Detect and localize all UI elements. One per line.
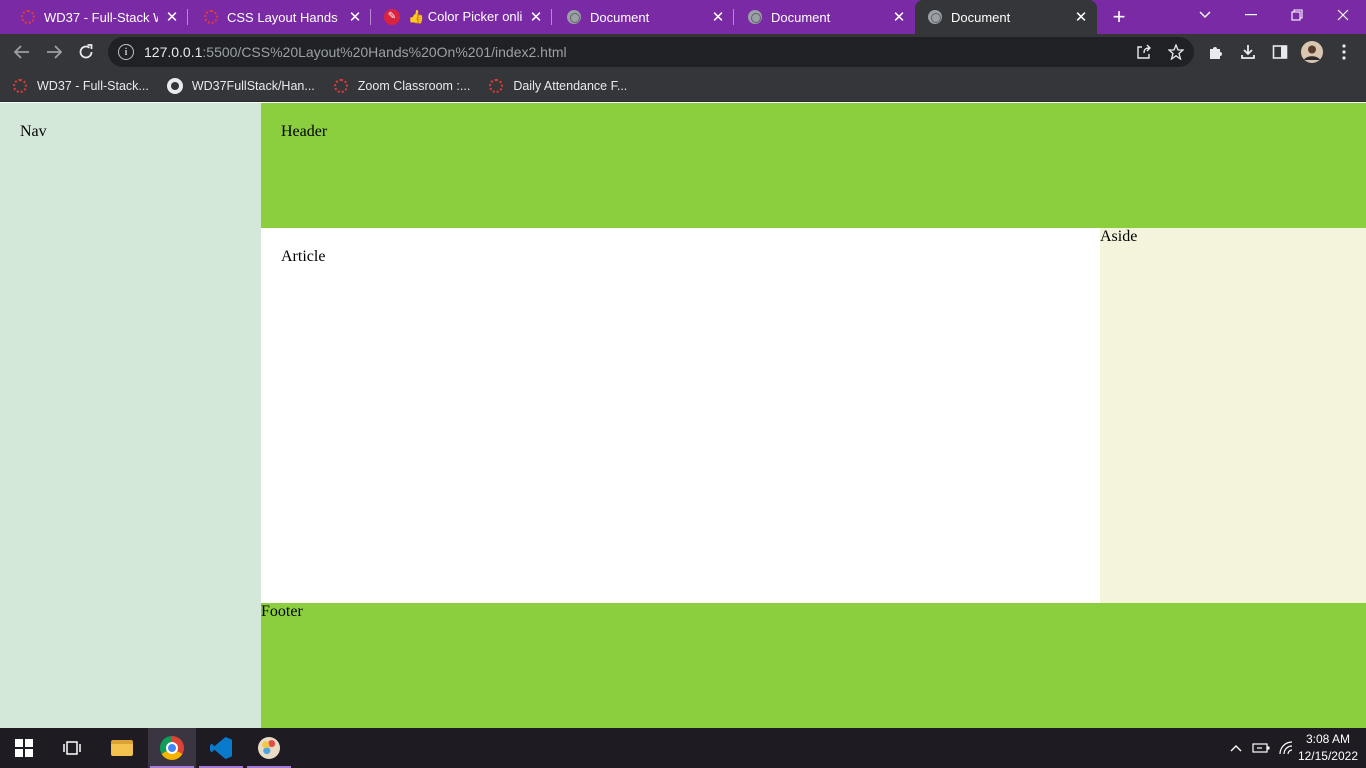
bookmarks-bar: WD37 - Full-Stack... WD37FullStack/Han..… <box>0 70 1366 102</box>
tab-title: Document <box>590 9 650 25</box>
dotted-ring-icon <box>488 78 504 94</box>
share-icon[interactable] <box>1130 38 1158 66</box>
github-icon <box>166 77 183 94</box>
vscode-icon[interactable] <box>197 728 245 768</box>
dotted-ring-icon <box>333 78 349 94</box>
extensions-puzzle-icon[interactable] <box>1202 38 1230 66</box>
article-label: Article <box>281 248 326 265</box>
globe-icon <box>927 9 943 25</box>
globe-icon <box>566 9 582 25</box>
tab-document-active[interactable]: Document ✕ <box>915 0 1097 34</box>
restore-icon[interactable] <box>1274 0 1320 30</box>
network-icon[interactable] <box>1276 728 1298 768</box>
close-icon[interactable]: ✕ <box>345 7 365 27</box>
bookmark-label: WD37 - Full-Stack... <box>37 78 149 93</box>
bookmark-label: Daily Attendance F... <box>513 78 628 93</box>
nav-section: Nav <box>0 103 261 728</box>
footer-section: Footer <box>261 603 1366 728</box>
windows-start-icon[interactable] <box>0 728 48 768</box>
chrome-icon[interactable] <box>148 728 196 768</box>
tab-title: Document <box>951 9 1011 25</box>
tab-strip: WD37 - Full-Stack We ✕ CSS Layout Hands … <box>0 0 1366 34</box>
browser-toolbar: i 127.0.0.1:5500/CSS%20Layout%20Hands%20… <box>0 34 1366 70</box>
tab-search-chevron-icon[interactable] <box>1182 0 1228 30</box>
globe-icon <box>747 9 763 25</box>
side-panel-icon[interactable] <box>1266 38 1294 66</box>
tab-title: CSS Layout Hands On <box>227 9 341 25</box>
clock-date: 12/15/2022 <box>1297 749 1358 763</box>
back-arrow-icon[interactable] <box>8 38 36 66</box>
bookmark-label: Zoom Classroom :... <box>357 78 471 93</box>
tab-color-picker[interactable]: ✎ 👍 Color Picker online ✕ <box>364 0 552 34</box>
windows-taskbar: 3:08 AM 12/15/2022 <box>0 728 1366 768</box>
article-section: Article <box>261 228 1100 603</box>
header-label: Header <box>281 123 328 140</box>
address-path: :5500/CSS%20Layout%20Hands%20On%201/inde… <box>202 44 567 60</box>
site-info-icon[interactable]: i <box>118 44 134 60</box>
paint-icon[interactable] <box>245 728 293 768</box>
task-view-icon[interactable] <box>48 728 96 768</box>
bookmark-github[interactable]: WD37FullStack/Han... <box>166 74 321 98</box>
minimize-icon[interactable] <box>1228 0 1274 30</box>
forward-arrow-icon[interactable] <box>40 38 68 66</box>
page-viewport: Nav Header Article Aside Footer <box>0 103 1366 728</box>
dotted-ring-icon <box>20 9 36 25</box>
color-picker-icon: ✎ <box>384 9 400 25</box>
tab-wd37[interactable]: WD37 - Full-Stack We ✕ <box>0 0 188 34</box>
bookmark-label: WD37FullStack/Han... <box>191 78 315 93</box>
new-tab-plus-icon[interactable]: + <box>1106 4 1132 30</box>
tab-document-1[interactable]: Document ✕ <box>546 0 734 34</box>
download-icon[interactable] <box>1234 38 1262 66</box>
tab-title: Document <box>771 9 831 25</box>
footer-label: Footer <box>261 603 303 620</box>
tab-css-layout[interactable]: CSS Layout Hands On ✕ <box>183 0 371 34</box>
close-icon[interactable]: ✕ <box>526 7 546 27</box>
dotted-ring-icon <box>12 78 28 94</box>
bookmark-star-icon[interactable] <box>1162 38 1190 66</box>
bookmark-daily-attendance[interactable]: Daily Attendance F... <box>488 74 633 98</box>
profile-avatar-icon[interactable] <box>1298 38 1326 66</box>
show-hidden-icons-chevron-icon[interactable] <box>1226 728 1246 768</box>
close-icon[interactable]: ✕ <box>708 7 728 27</box>
aside-section: Aside <box>1100 228 1366 603</box>
file-explorer-icon[interactable] <box>98 728 146 768</box>
address-bar[interactable]: i 127.0.0.1:5500/CSS%20Layout%20Hands%20… <box>108 37 1194 67</box>
clock-time: 3:08 AM <box>1305 732 1350 746</box>
tab-title: WD37 - Full-Stack We <box>44 9 158 25</box>
dotted-ring-icon <box>203 9 219 25</box>
close-icon[interactable]: ✕ <box>1071 7 1091 27</box>
close-icon[interactable]: ✕ <box>889 7 909 27</box>
close-icon[interactable]: ✕ <box>162 7 182 27</box>
nav-label: Nav <box>20 123 47 140</box>
window-close-icon[interactable] <box>1320 0 1366 30</box>
aside-label: Aside <box>1100 228 1138 245</box>
reload-icon[interactable] <box>72 38 100 66</box>
tab-document-2[interactable]: Document ✕ <box>727 0 915 34</box>
address-host: 127.0.0.1 <box>144 44 203 60</box>
header-section: Header <box>261 103 1366 228</box>
chrome-menu-icon[interactable] <box>1330 38 1358 66</box>
system-clock[interactable]: 3:08 AM 12/15/2022 <box>1298 731 1358 765</box>
bookmark-wd37[interactable]: WD37 - Full-Stack... <box>12 74 155 98</box>
address-url[interactable]: 127.0.0.1:5500/CSS%20Layout%20Hands%20On… <box>144 44 567 60</box>
tab-title: 👍 Color Picker online <box>408 9 522 24</box>
battery-icon[interactable] <box>1250 728 1272 768</box>
bookmark-zoom-classroom[interactable]: Zoom Classroom :... <box>333 74 477 98</box>
